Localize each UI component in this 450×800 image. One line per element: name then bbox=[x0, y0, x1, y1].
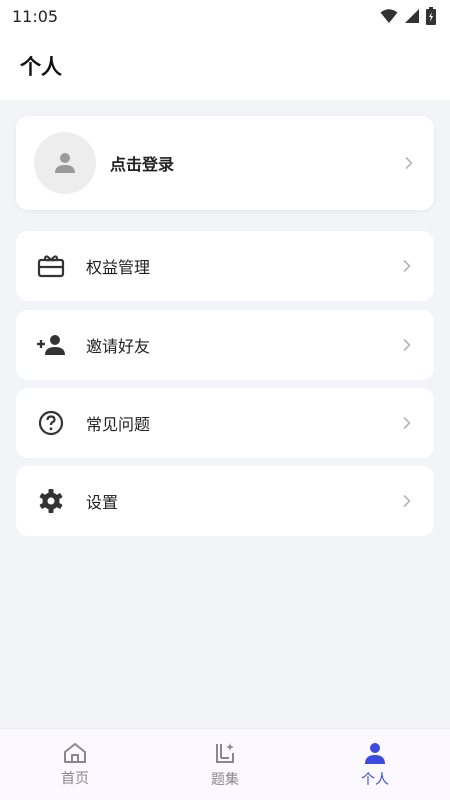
signal-icon bbox=[405, 9, 419, 23]
help-circle-icon bbox=[36, 408, 66, 438]
chevron-right-icon bbox=[403, 259, 411, 273]
menu-item-faq[interactable]: 常见问题 bbox=[16, 388, 434, 458]
tab-profile[interactable]: 个人 bbox=[300, 729, 450, 800]
menu-item-invite[interactable]: 邀请好友 bbox=[16, 310, 434, 380]
bottom-tab-bar: 首页 题集 个人 bbox=[0, 728, 450, 800]
status-icons bbox=[380, 7, 436, 25]
person-icon bbox=[365, 742, 385, 764]
status-bar: 11:05 bbox=[0, 0, 450, 32]
question-set-icon bbox=[216, 742, 234, 763]
avatar bbox=[34, 132, 96, 194]
chevron-right-icon bbox=[403, 416, 411, 430]
tab-question-set[interactable]: 题集 bbox=[150, 729, 300, 800]
chevron-right-icon bbox=[403, 338, 411, 352]
chevron-right-icon bbox=[405, 156, 413, 170]
tab-home[interactable]: 首页 bbox=[0, 729, 150, 800]
content-area: 点击登录 权益管理 邀请好友 常见问题 设置 bbox=[0, 100, 450, 728]
gift-card-icon bbox=[36, 251, 66, 281]
battery-icon bbox=[426, 7, 436, 25]
login-label: 点击登录 bbox=[110, 155, 175, 174]
tab-label: 首页 bbox=[61, 770, 89, 787]
menu-item-label: 权益管理 bbox=[86, 258, 151, 277]
page-title: 个人 bbox=[20, 55, 62, 79]
menu-item-label: 常见问题 bbox=[86, 415, 151, 434]
menu-item-label: 邀请好友 bbox=[86, 337, 151, 356]
login-card[interactable]: 点击登录 bbox=[16, 116, 434, 210]
gear-icon bbox=[36, 486, 66, 516]
person-icon bbox=[55, 153, 75, 173]
app-header: 个人 bbox=[0, 32, 450, 100]
tab-label: 个人 bbox=[361, 771, 389, 788]
chevron-right-icon bbox=[403, 494, 411, 508]
person-add-icon bbox=[36, 330, 66, 360]
menu-item-label: 设置 bbox=[86, 493, 119, 512]
home-icon bbox=[64, 742, 86, 763]
menu-item-benefits[interactable]: 权益管理 bbox=[16, 231, 434, 301]
status-time: 11:05 bbox=[12, 6, 59, 26]
menu-item-settings[interactable]: 设置 bbox=[16, 466, 434, 536]
tab-label: 题集 bbox=[211, 771, 239, 788]
wifi-icon bbox=[380, 9, 398, 23]
